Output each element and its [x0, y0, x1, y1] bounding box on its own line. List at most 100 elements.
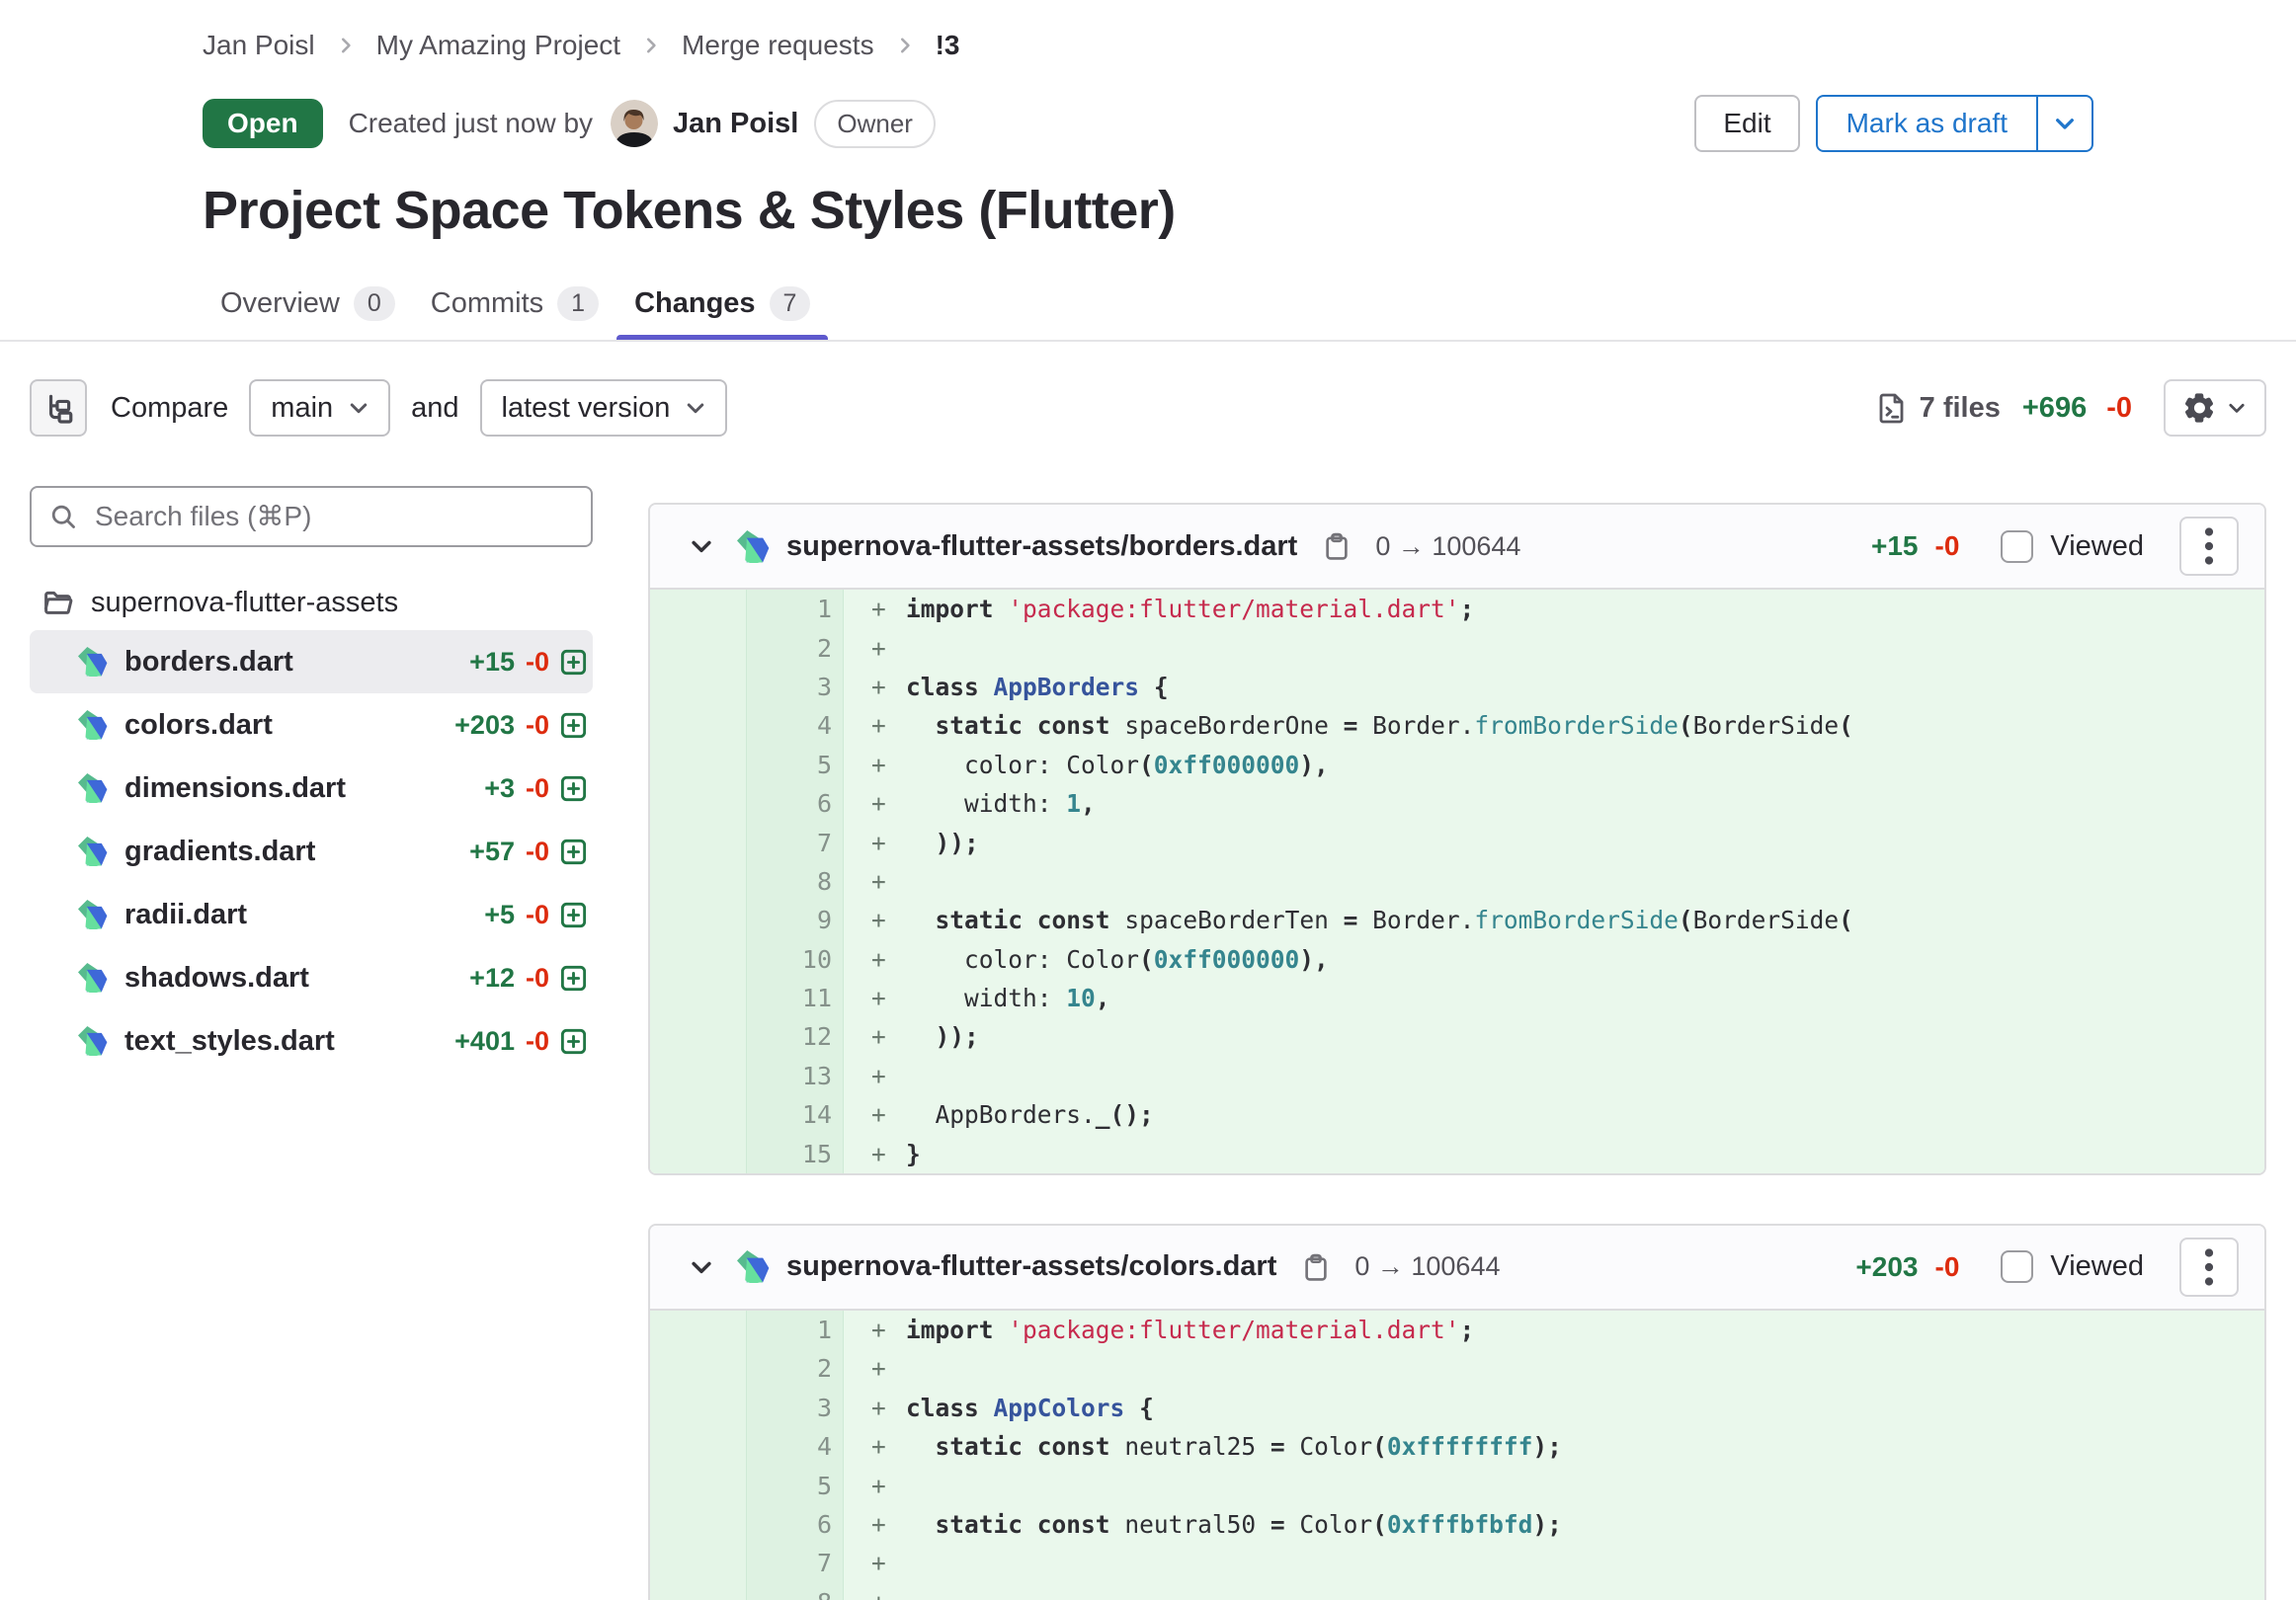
mark-as-draft-split-button: Mark as draft — [1816, 95, 2093, 152]
new-line-number[interactable]: 14 — [747, 1095, 844, 1134]
diff-file-path[interactable]: supernova-flutter-assets/colors.dart — [786, 1250, 1276, 1283]
file-tree-toggle-button[interactable] — [30, 379, 87, 437]
copy-path-button[interactable] — [1322, 531, 1352, 561]
new-line-number[interactable]: 7 — [747, 1544, 844, 1582]
new-line-number[interactable]: 6 — [747, 1505, 844, 1544]
file-tree-item[interactable]: text_styles.dart+401-0 — [30, 1009, 593, 1073]
file-deletions: -0 — [526, 900, 549, 930]
file-added-icon — [560, 649, 587, 676]
new-line-number[interactable]: 10 — [747, 940, 844, 979]
file-tree-item[interactable]: borders.dart+15-0 — [30, 630, 593, 693]
code-line-content: width: 1, — [906, 784, 2264, 823]
diff-file-path[interactable]: supernova-flutter-assets/borders.dart — [786, 530, 1297, 563]
new-line-number[interactable]: 8 — [747, 862, 844, 901]
file-tree-item[interactable]: radii.dart+5-0 — [30, 883, 593, 946]
diff-code: 1+import 'package:flutter/material.dart'… — [650, 1311, 2264, 1600]
copy-path-button[interactable] — [1301, 1252, 1331, 1282]
new-line-number[interactable]: 1 — [747, 590, 844, 628]
line-sign: + — [844, 1544, 906, 1582]
breadcrumb-item[interactable]: Merge requests — [682, 30, 874, 61]
diff-line: 9+ static const spaceBorderTen = Border.… — [650, 901, 2264, 939]
new-line-number[interactable]: 5 — [747, 1466, 844, 1504]
viewed-checkbox[interactable] — [2001, 530, 2033, 563]
file-deletions: -0 — [526, 837, 549, 867]
file-options-button[interactable] — [2179, 517, 2239, 576]
file-additions: +57 — [469, 837, 515, 867]
author-name[interactable]: Jan Poisl — [673, 108, 798, 140]
file-tree-item[interactable]: gradients.dart+57-0 — [30, 820, 593, 883]
line-sign: + — [844, 1389, 906, 1427]
tab-commits[interactable]: Commits1 — [413, 273, 616, 340]
target-version-value: latest version — [502, 392, 671, 425]
new-line-number[interactable]: 12 — [747, 1017, 844, 1056]
viewed-checkbox[interactable] — [2001, 1250, 2033, 1283]
file-tree-item[interactable]: dimensions.dart+3-0 — [30, 757, 593, 820]
edit-button[interactable]: Edit — [1694, 95, 1799, 152]
new-line-number[interactable]: 1 — [747, 1311, 844, 1349]
collapse-file-chevron[interactable] — [688, 1253, 715, 1281]
new-line-number[interactable]: 2 — [747, 628, 844, 667]
source-branch-dropdown[interactable]: main — [249, 379, 390, 437]
code-line-content: } — [906, 1134, 2264, 1172]
file-tree-icon — [41, 391, 75, 425]
old-line-number-cell — [650, 823, 747, 861]
new-line-number[interactable]: 3 — [747, 668, 844, 706]
file-added-icon — [560, 902, 587, 928]
avatar[interactable] — [611, 100, 658, 147]
tab-label: Changes — [634, 287, 755, 320]
dart-file-icon — [737, 1250, 770, 1283]
new-line-number[interactable]: 6 — [747, 784, 844, 823]
new-line-number[interactable]: 2 — [747, 1349, 844, 1388]
old-line-number-cell — [650, 668, 747, 706]
file-stats: +3-0 — [484, 773, 587, 804]
file-additions: +3 — [484, 773, 515, 804]
diff-line: 1+import 'package:flutter/material.dart'… — [650, 1311, 2264, 1349]
old-line-number-cell — [650, 746, 747, 784]
file-additions: +5 — [484, 900, 515, 930]
line-sign: + — [844, 706, 906, 745]
new-line-number[interactable]: 15 — [747, 1134, 844, 1172]
dart-file-icon — [78, 710, 108, 740]
diff-line: 5+ — [650, 1466, 2264, 1504]
breadcrumb-separator-icon — [894, 35, 916, 56]
dart-file-icon — [78, 1026, 108, 1056]
diff-line: 7+ )); — [650, 823, 2264, 861]
dart-file-icon — [737, 530, 770, 563]
line-sign: + — [844, 1095, 906, 1134]
old-line-number-cell — [650, 940, 747, 979]
search-files-input[interactable] — [30, 486, 593, 547]
folder-row[interactable]: supernova-flutter-assets — [30, 575, 593, 630]
new-line-number[interactable]: 7 — [747, 823, 844, 861]
new-line-number[interactable]: 11 — [747, 979, 844, 1017]
changes-layout: supernova-flutter-assets borders.dart+15… — [0, 486, 2296, 1600]
new-line-number[interactable]: 4 — [747, 1427, 844, 1466]
diff-deletions: -0 — [1935, 1251, 1960, 1283]
source-branch-value: main — [271, 392, 333, 425]
breadcrumb-item[interactable]: Jan Poisl — [203, 30, 315, 61]
line-sign: + — [844, 1466, 906, 1504]
code-line-content — [906, 1057, 2264, 1095]
file-tree-item[interactable]: shadows.dart+12-0 — [30, 946, 593, 1009]
dart-file-icon — [78, 963, 108, 993]
new-line-number[interactable]: 4 — [747, 706, 844, 745]
file-tree-item[interactable]: colors.dart+203-0 — [30, 693, 593, 757]
mark-as-draft-button[interactable]: Mark as draft — [1818, 97, 2036, 150]
new-line-number[interactable]: 8 — [747, 1583, 844, 1600]
file-name: borders.dart — [124, 646, 293, 679]
tab-overview[interactable]: Overview0 — [203, 273, 413, 340]
diff-settings-button[interactable] — [2164, 379, 2266, 437]
mark-as-draft-caret[interactable] — [2036, 97, 2091, 150]
diff-code: 1+import 'package:flutter/material.dart'… — [650, 590, 2264, 1173]
target-version-dropdown[interactable]: latest version — [480, 379, 728, 437]
new-line-number[interactable]: 9 — [747, 901, 844, 939]
collapse-file-chevron[interactable] — [688, 532, 715, 560]
new-line-number[interactable]: 3 — [747, 1389, 844, 1427]
breadcrumb-item[interactable]: My Amazing Project — [376, 30, 620, 61]
new-line-number[interactable]: 13 — [747, 1057, 844, 1095]
code-line-content: static const neutral50 = Color(0xfffbfbf… — [906, 1505, 2264, 1544]
file-options-button[interactable] — [2179, 1238, 2239, 1297]
old-line-number-cell — [650, 1349, 747, 1388]
new-line-number[interactable]: 5 — [747, 746, 844, 784]
compare-label: Compare — [111, 392, 228, 425]
tab-changes[interactable]: Changes7 — [616, 273, 828, 340]
